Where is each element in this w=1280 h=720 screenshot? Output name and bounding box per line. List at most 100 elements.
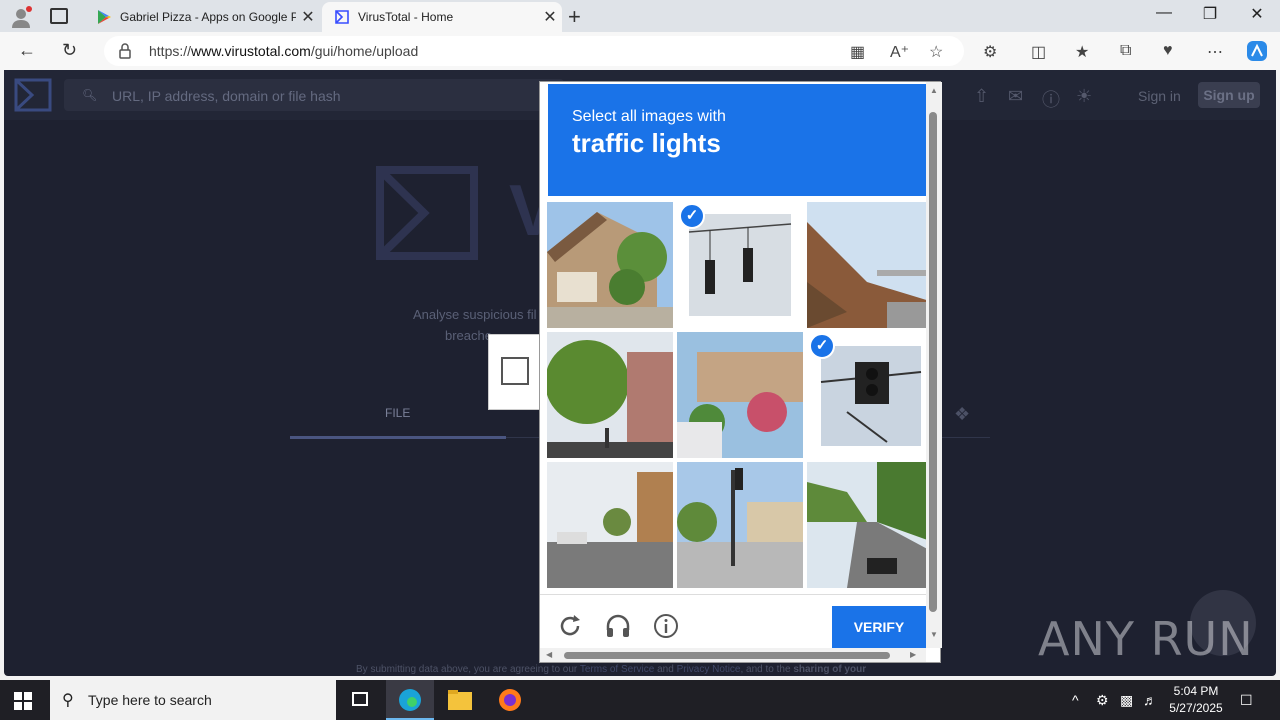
selected-check-icon: ✓	[679, 203, 705, 229]
refresh-icon[interactable]: ↻	[62, 40, 77, 61]
captcha-instruction: Select all images with	[572, 108, 726, 125]
selected-check-icon: ✓	[809, 333, 835, 359]
upload-icon[interactable]: ⇧	[974, 86, 989, 107]
search-icon: 🔍︎	[82, 88, 98, 102]
taskbar: ⚲ Type here to search ^ ⚙ ▩ ♬ 5:04 PM 5/…	[0, 680, 1280, 720]
virustotal-logo[interactable]	[14, 78, 52, 112]
recaptcha-checkbox[interactable]	[501, 357, 529, 385]
new-tab-button[interactable]: +	[568, 4, 581, 30]
virustotal-icon	[335, 10, 349, 24]
vpn-icon[interactable]: ⚙	[1096, 692, 1109, 709]
captcha-target: traffic lights	[572, 128, 721, 158]
vertical-scrollbar[interactable]: ▲ ▼	[926, 82, 942, 648]
active-tab-indicator	[290, 436, 506, 439]
town-street-image	[547, 462, 673, 588]
favorites-icon[interactable]: ★	[1075, 42, 1089, 62]
captcha-tile-1[interactable]	[547, 202, 673, 328]
scroll-thumb[interactable]	[929, 112, 937, 612]
tab-strip: Gabriel Pizza - Apps on Google Play ✕ Vi…	[0, 0, 1280, 32]
firefox-icon[interactable]	[486, 680, 534, 720]
traffic-light-pole-image	[677, 462, 803, 588]
highway-image	[807, 462, 933, 588]
collections-icon[interactable]: ⧉	[1120, 42, 1131, 60]
audio-challenge-icon[interactable]	[604, 612, 632, 640]
horizontal-scrollbar[interactable]: ◀ ▶	[540, 648, 926, 662]
scroll-left-icon[interactable]: ◀	[546, 650, 552, 659]
info-icon[interactable]	[652, 612, 680, 640]
taskbar-search[interactable]: ⚲ Type here to search	[50, 680, 336, 720]
captcha-tile-5[interactable]	[677, 332, 803, 458]
sign-up-button[interactable]: Sign up	[1198, 82, 1260, 108]
tab-title: Gabriel Pizza - Apps on Google Play	[120, 10, 296, 24]
hillside-image	[807, 202, 933, 328]
tab-virustotal[interactable]: VirusTotal - Home ✕	[322, 2, 562, 32]
house-image	[547, 202, 673, 328]
clock-date: 5/27/2025	[1169, 701, 1223, 715]
scroll-down-icon[interactable]: ▼	[930, 630, 938, 639]
split-screen-icon[interactable]: ◫	[1031, 42, 1046, 62]
sign-in-link[interactable]: Sign in	[1138, 88, 1181, 104]
terms-link[interactable]: Terms of Service	[580, 664, 654, 675]
verify-button[interactable]: VERIFY	[832, 606, 926, 648]
fingerprint-icon[interactable]: ❖	[954, 404, 970, 425]
captcha-tile-4[interactable]	[547, 332, 673, 458]
network-icon[interactable]: ▩	[1120, 692, 1133, 709]
tab-title: VirusTotal - Home	[358, 10, 454, 24]
back-icon[interactable]: ←	[18, 40, 36, 61]
captcha-header: Select all images with traffic lights	[548, 84, 926, 196]
lock-icon[interactable]	[118, 43, 132, 59]
taskbar-search-placeholder: Type here to search	[88, 692, 212, 708]
notifications-icon[interactable]: ✉	[1008, 86, 1023, 107]
task-view-icon[interactable]	[336, 680, 384, 720]
scroll-right-icon[interactable]: ▶	[910, 650, 916, 659]
scroll-thumb[interactable]	[564, 652, 890, 659]
notifications-icon[interactable]: ☐	[1240, 692, 1253, 709]
url-text[interactable]: https://www.virustotal.com/gui/home/uplo…	[149, 43, 418, 59]
tagline-text-2: breache	[445, 328, 492, 343]
favorite-star-icon[interactable]: ☆	[929, 42, 943, 62]
more-menu-icon[interactable]: ⋯	[1207, 42, 1223, 62]
theme-toggle-icon[interactable]: ☀	[1076, 86, 1092, 107]
close-tab-icon[interactable]: ✕	[538, 7, 562, 27]
tagline-text: Analyse suspicious fil	[413, 307, 537, 322]
street-trees-image	[547, 332, 673, 458]
copilot-icon[interactable]	[1245, 39, 1269, 63]
profile-icon[interactable]	[10, 6, 32, 28]
app-available-icon[interactable]: ▦	[850, 42, 865, 62]
tab-actions-icon[interactable]	[50, 8, 68, 24]
google-play-icon	[98, 10, 111, 24]
close-tab-icon[interactable]: ✕	[296, 7, 320, 27]
search-icon: ⚲	[62, 692, 74, 709]
recaptcha-checkbox-widget	[488, 334, 540, 410]
clock-time: 5:04 PM	[1173, 684, 1219, 698]
taskbar-clock[interactable]: 5:04 PM 5/27/2025	[1166, 683, 1226, 717]
captcha-tile-9[interactable]	[807, 462, 933, 588]
privacy-link[interactable]: Privacy Notice	[677, 664, 741, 675]
captcha-tile-8[interactable]	[677, 462, 803, 588]
volume-icon[interactable]: ♬	[1143, 692, 1157, 708]
vt-search-placeholder: URL, IP address, domain or file hash	[112, 88, 341, 104]
anyrun-watermark: ANY RUN	[1038, 612, 1254, 666]
tab-google-play[interactable]: Gabriel Pizza - Apps on Google Play ✕	[84, 2, 320, 32]
extensions-icon[interactable]: ⚙	[983, 42, 997, 62]
reload-icon[interactable]	[556, 612, 584, 640]
tab-file[interactable]: FILE	[385, 406, 410, 420]
edge-taskbar-icon[interactable]	[386, 680, 434, 720]
show-hidden-icons[interactable]: ^	[1072, 692, 1079, 708]
virustotal-big-logo	[376, 166, 478, 260]
scroll-up-icon[interactable]: ▲	[930, 86, 938, 95]
minimize-icon[interactable]: —	[1141, 4, 1187, 22]
captcha-tile-7[interactable]	[547, 462, 673, 588]
captcha-tile-3[interactable]	[807, 202, 933, 328]
read-aloud-icon[interactable]: A⁺	[890, 42, 909, 62]
windows-start-icon[interactable]	[14, 692, 32, 710]
captcha-footer-divider	[540, 594, 926, 595]
browser-essentials-icon[interactable]: ♥	[1163, 42, 1173, 60]
terms-footer: By submitting data above, you are agreei…	[356, 664, 867, 675]
file-explorer-icon[interactable]	[436, 680, 484, 720]
restore-icon[interactable]: ❐	[1187, 4, 1233, 24]
captcha-challenge: Select all images with traffic lights ✓ …	[539, 81, 942, 663]
garden-image	[677, 332, 803, 458]
help-icon[interactable]: ⓘ	[1042, 86, 1060, 112]
close-window-icon[interactable]: ✕	[1234, 4, 1280, 24]
